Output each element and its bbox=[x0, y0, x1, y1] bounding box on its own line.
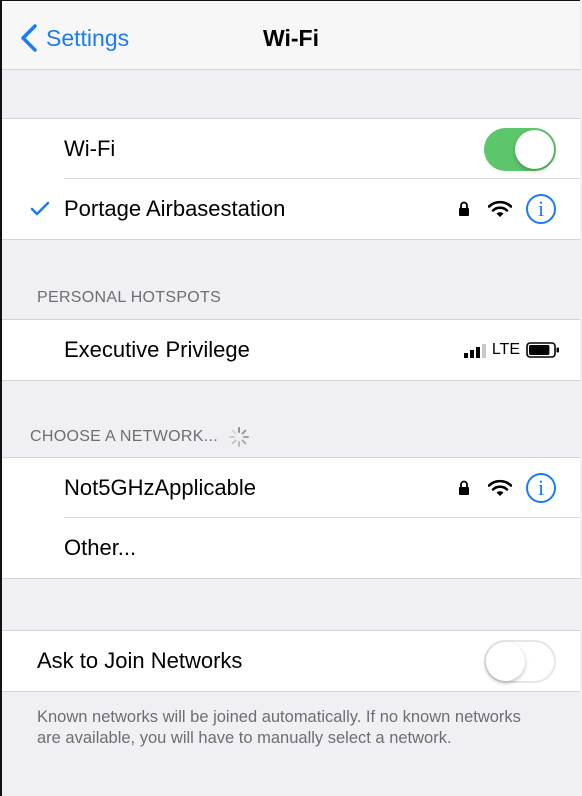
checkmark-icon bbox=[30, 201, 50, 216]
loading-spinner-icon bbox=[228, 427, 249, 447]
toggle-knob bbox=[486, 641, 525, 681]
info-button[interactable]: i bbox=[526, 194, 556, 224]
wifi-toggle[interactable] bbox=[484, 127, 556, 171]
networks-group: Not5GHzApplicable i Other... bbox=[2, 457, 580, 579]
wifi-settings-screen: Settings Wi-Fi Wi-Fi Portage Airbasestat… bbox=[0, 0, 580, 796]
network-type: LTE bbox=[491, 341, 520, 358]
ask-to-join-row: Ask to Join Networks bbox=[2, 631, 580, 691]
network-accessories: i bbox=[458, 194, 556, 224]
wifi-signal-icon bbox=[488, 479, 512, 496]
navigation-bar: Settings Wi-Fi bbox=[2, 1, 580, 70]
network-row[interactable]: Not5GHzApplicable i bbox=[2, 458, 580, 518]
wifi-signal-icon bbox=[488, 200, 512, 217]
toggle-knob bbox=[515, 129, 554, 169]
wifi-group: Wi-Fi Portage Airbasestation i bbox=[2, 118, 580, 240]
info-icon: i bbox=[537, 475, 545, 500]
wifi-toggle-row: Wi-Fi bbox=[2, 119, 580, 179]
info-icon: i bbox=[537, 196, 545, 221]
other-network-row[interactable]: Other... bbox=[2, 518, 580, 578]
ask-to-join-toggle[interactable] bbox=[484, 639, 556, 683]
lock-icon bbox=[459, 480, 469, 495]
lock-icon bbox=[459, 201, 469, 216]
choose-network-title: CHOOSE A NETWORK... bbox=[30, 428, 218, 445]
hotspot-accessories: LTE bbox=[463, 341, 560, 359]
page-title: Wi-Fi bbox=[263, 25, 319, 51]
hotspot-name: Executive Privilege bbox=[64, 337, 250, 362]
battery-icon bbox=[526, 342, 559, 358]
connected-network-name: Portage Airbasestation bbox=[64, 196, 286, 221]
info-button[interactable]: i bbox=[526, 473, 556, 503]
other-network-label: Other... bbox=[64, 535, 137, 560]
connected-network-row[interactable]: Portage Airbasestation i bbox=[2, 179, 580, 239]
ask-to-join-footer: Known networks will be joined automatica… bbox=[37, 708, 521, 747]
hotspot-row[interactable]: Executive Privilege LTE bbox=[2, 320, 580, 380]
ask-to-join-group: Ask to Join Networks bbox=[2, 630, 580, 692]
wifi-label: Wi-Fi bbox=[64, 136, 116, 161]
ask-to-join-label: Ask to Join Networks bbox=[37, 648, 243, 673]
choose-network-header: CHOOSE A NETWORK... bbox=[30, 426, 250, 448]
personal-hotspots-group: Executive Privilege LTE bbox=[2, 319, 580, 381]
network-name: Not5GHzApplicable bbox=[64, 475, 256, 500]
cellular-signal-icon bbox=[463, 344, 486, 358]
personal-hotspots-header: PERSONAL HOTSPOTS bbox=[37, 289, 222, 306]
network-accessories: i bbox=[458, 473, 556, 503]
